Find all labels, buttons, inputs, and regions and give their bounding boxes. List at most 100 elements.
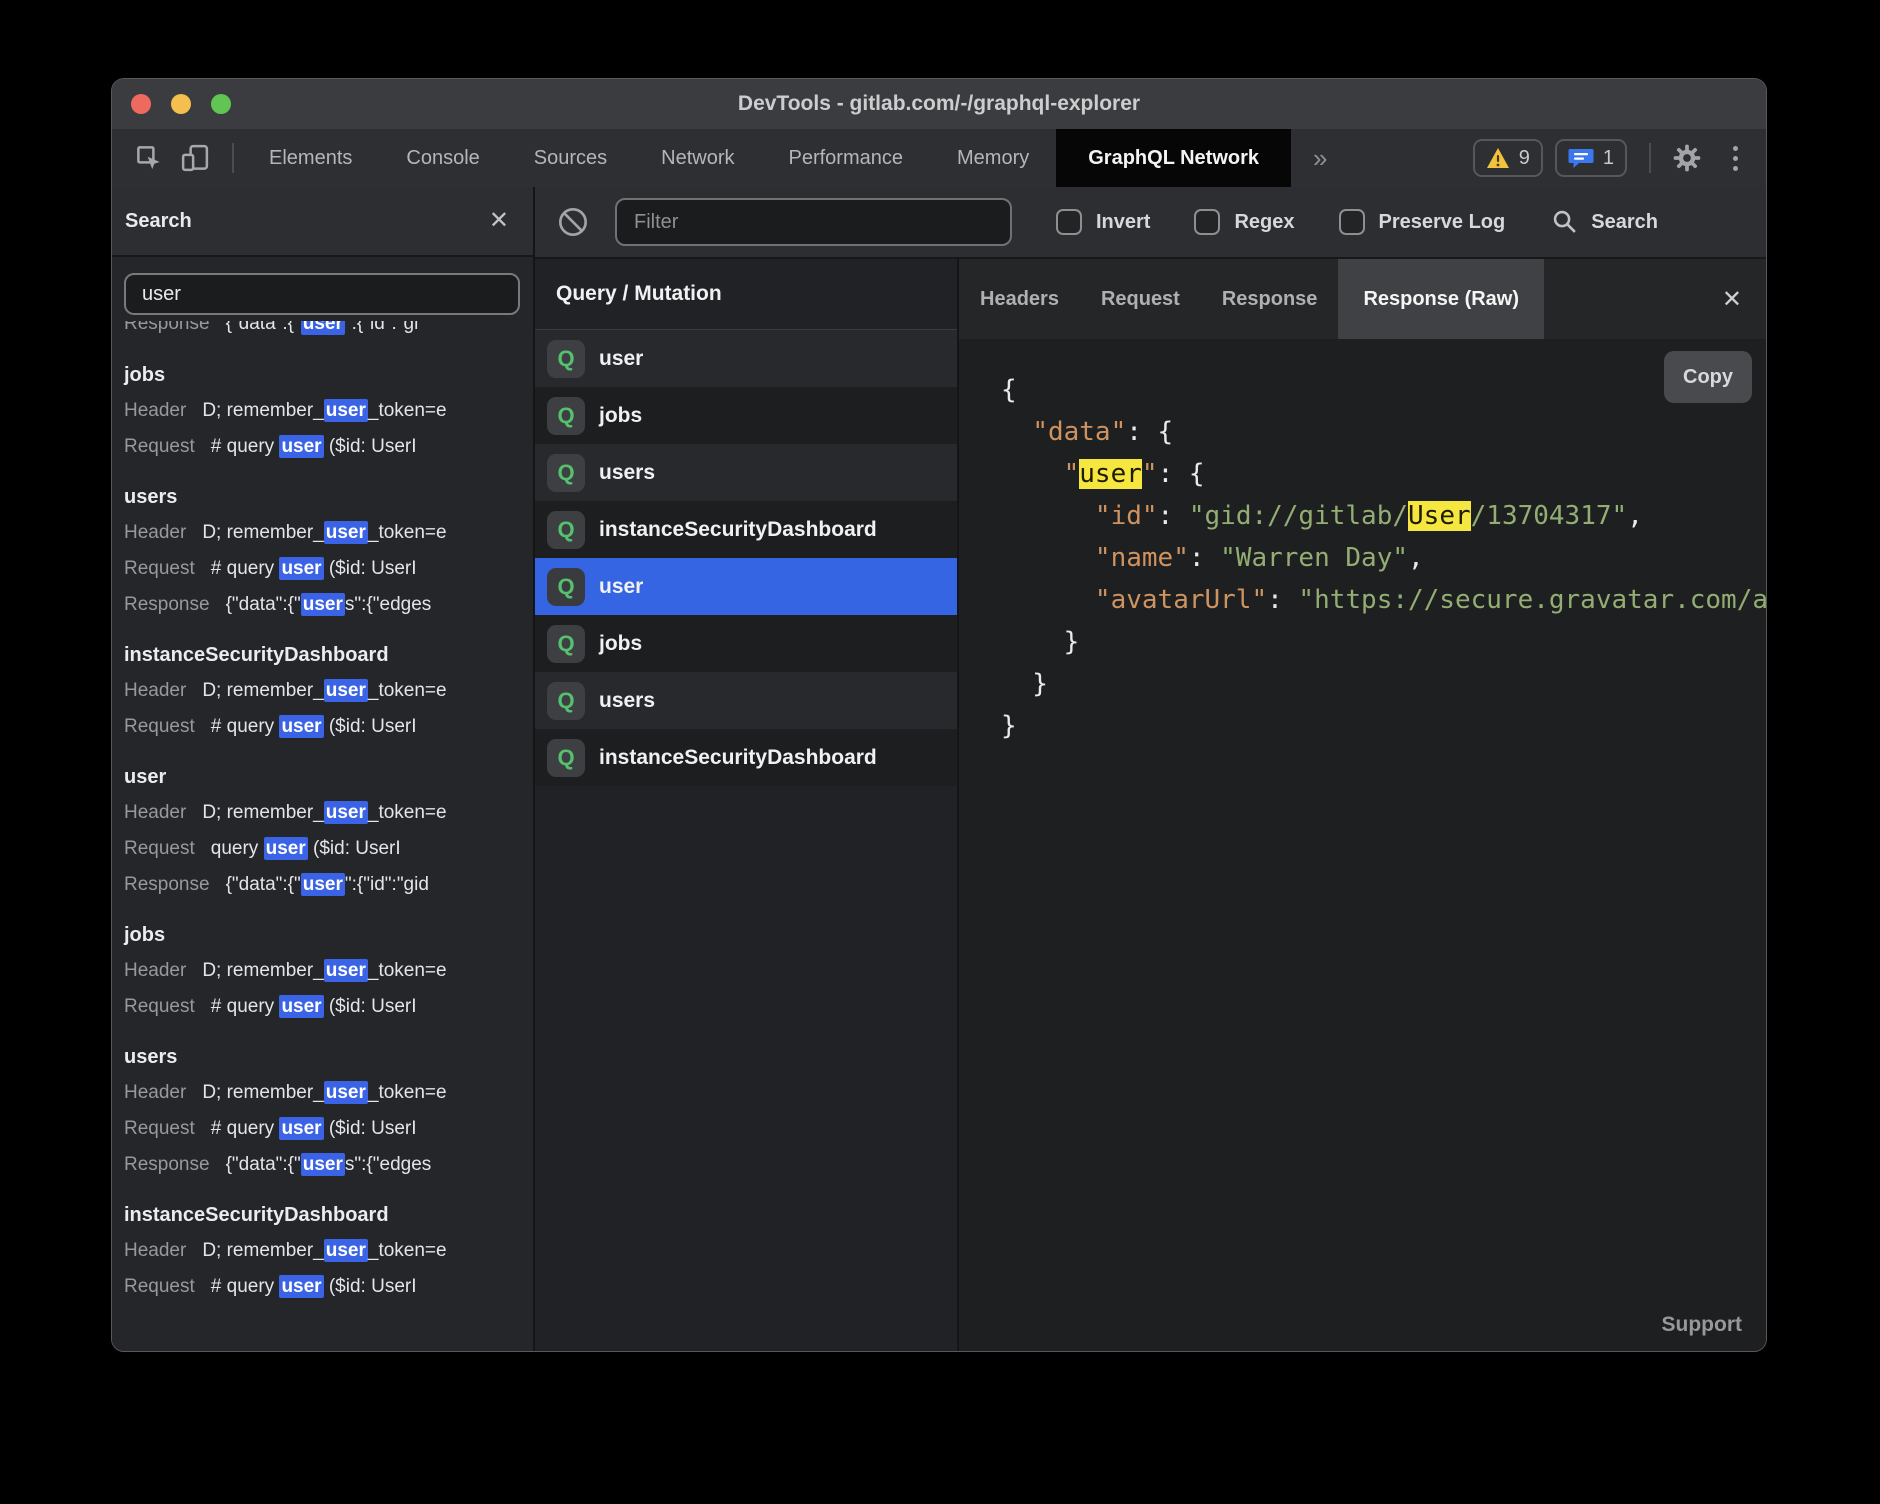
checkbox-label: Regex: [1234, 211, 1294, 234]
close-search-panel-icon[interactable]: ✕: [489, 209, 509, 233]
result-line-label: Request: [124, 1276, 195, 1297]
search-result-group: instanceSecurityDashboardHeaderD; rememb…: [124, 1197, 533, 1305]
detail-tab-headers[interactable]: Headers: [959, 259, 1080, 339]
result-line-label: Response: [124, 1154, 210, 1175]
device-toolbar-icon[interactable]: [180, 143, 210, 173]
result-group-title[interactable]: jobs: [124, 357, 533, 393]
json-token: "Warren Day": [1220, 543, 1408, 573]
search-result-line[interactable]: Request# query user ($id: UserI: [124, 429, 533, 465]
search-result-line[interactable]: Response{"data":{"user":{"id":"gi: [124, 321, 533, 342]
result-group-title[interactable]: user: [124, 759, 533, 795]
search-match-highlight: user: [324, 399, 368, 422]
result-line-label: Header: [124, 522, 186, 543]
query-type-badge: Q: [547, 739, 585, 777]
query-list-item[interactable]: QinstanceSecurityDashboard: [535, 729, 957, 786]
search-result-line[interactable]: Header D; remember_user_token=e: [124, 515, 533, 551]
json-token: }: [1001, 711, 1017, 741]
json-token: [1001, 459, 1064, 489]
checkbox[interactable]: [1056, 209, 1082, 235]
search-result-line[interactable]: Request# query user ($id: UserI: [124, 551, 533, 587]
search-result-line[interactable]: Requestquery user ($id: UserI: [124, 831, 533, 867]
json-token: "data": [1032, 417, 1126, 447]
search-result-line[interactable]: Response{"data":{"user":{"id":"gid: [124, 867, 533, 903]
checkbox[interactable]: [1194, 209, 1220, 235]
devtools-tab-elements[interactable]: Elements: [242, 129, 379, 187]
search-result-line[interactable]: HeaderD; remember_user_token=e: [124, 1233, 533, 1269]
warning-icon: [1486, 147, 1510, 169]
query-type-badge: Q: [547, 397, 585, 435]
result-line-label: Response: [124, 874, 210, 895]
settings-gear-icon[interactable]: [1671, 142, 1703, 174]
more-tabs-icon[interactable]: »: [1291, 129, 1349, 187]
query-type-badge: Q: [547, 511, 585, 549]
search-result-line[interactable]: Request# query user ($id: UserI: [124, 709, 533, 745]
checkbox-group-regex[interactable]: Regex: [1194, 209, 1294, 235]
search-result-line[interactable]: Request# query user ($id: UserI: [124, 989, 533, 1025]
search-result-line[interactable]: Request# query user ($id: UserI: [124, 1111, 533, 1147]
query-list-panel: Query / Mutation QuserQjobsQusersQinstan…: [535, 259, 957, 1351]
inspect-element-icon[interactable]: [134, 143, 164, 173]
query-list-item[interactable]: Quser: [535, 558, 957, 615]
result-group-title[interactable]: jobs: [124, 917, 533, 953]
result-line-value: D; remember_user_token=e: [202, 679, 446, 702]
detail-tab-request[interactable]: Request: [1080, 259, 1201, 339]
devtools-tab-sources[interactable]: Sources: [507, 129, 634, 187]
result-group-title[interactable]: users: [124, 479, 533, 515]
search-input[interactable]: [124, 273, 520, 315]
checkbox-group-preserve-log[interactable]: Preserve Log: [1339, 209, 1506, 235]
result-line-value: # query user ($id: UserI: [211, 435, 417, 458]
checkbox-label: Preserve Log: [1379, 211, 1506, 234]
checkbox[interactable]: [1339, 209, 1365, 235]
search-match-highlight: user: [324, 1081, 368, 1104]
json-token: /13704317": [1471, 501, 1628, 531]
devtools-tab-memory[interactable]: Memory: [930, 129, 1056, 187]
query-list-item[interactable]: Qusers: [535, 672, 957, 729]
support-link[interactable]: Support: [1662, 1313, 1742, 1337]
query-list-item[interactable]: QinstanceSecurityDashboard: [535, 501, 957, 558]
warnings-badge[interactable]: 9: [1473, 139, 1543, 177]
devtools-tab-graphql-network[interactable]: GraphQL Network: [1056, 129, 1291, 187]
devtools-tab-performance[interactable]: Performance: [762, 129, 931, 187]
search-match-highlight: user: [279, 995, 323, 1018]
clipped-result-line[interactable]: Response{"data":{"user":{"id":"gi: [124, 321, 533, 343]
json-token: ": [1142, 459, 1158, 489]
result-group-title[interactable]: users: [124, 1039, 533, 1075]
detail-tab-response-raw-[interactable]: Response (Raw): [1338, 259, 1544, 339]
filter-input[interactable]: [615, 198, 1012, 246]
result-line-label: Request: [124, 996, 195, 1017]
search-match-highlight: user: [264, 837, 308, 860]
query-list: QuserQjobsQusersQinstanceSecurityDashboa…: [535, 330, 957, 1351]
issues-badge[interactable]: 1: [1555, 139, 1627, 177]
result-group-title[interactable]: instanceSecurityDashboard: [124, 637, 533, 673]
issues-count: 1: [1603, 147, 1614, 170]
copy-button[interactable]: Copy: [1664, 351, 1752, 403]
query-list-item[interactable]: Qjobs: [535, 387, 957, 444]
search-results: Response{"data":{"user":{"id":"gi jobs He…: [112, 257, 533, 1351]
search-result-line[interactable]: Request# query user ($id: UserI: [124, 1269, 533, 1305]
warnings-count: 9: [1519, 147, 1530, 170]
search-result-line[interactable]: HeaderD; remember_user_token=e: [124, 1075, 533, 1111]
json-token: "name": [1095, 543, 1189, 573]
result-group-title[interactable]: instanceSecurityDashboard: [124, 1197, 533, 1233]
search-result-line[interactable]: HeaderD; remember_user_token=e: [124, 673, 533, 709]
toolbar-search[interactable]: Search: [1551, 208, 1658, 236]
result-line-value: D; remember_user_token=e: [202, 521, 446, 544]
query-list-item[interactable]: Qjobs: [535, 615, 957, 672]
search-result-line[interactable]: Response{"data":{"users":{"edges: [124, 587, 533, 623]
search-result-line[interactable]: HeaderD; remember_user_token=e: [124, 953, 533, 989]
result-line-label: Response: [124, 594, 210, 615]
query-list-item[interactable]: Qusers: [535, 444, 957, 501]
devtools-tab-network[interactable]: Network: [634, 129, 761, 187]
clear-log-icon[interactable]: [557, 206, 589, 238]
result-line-label: Header: [124, 1240, 186, 1261]
kebab-menu-icon[interactable]: [1727, 146, 1744, 171]
query-list-item[interactable]: Quser: [535, 330, 957, 387]
detail-tab-response[interactable]: Response: [1201, 259, 1339, 339]
search-result-line[interactable]: HeaderD; remember_user_token=e: [124, 393, 533, 429]
search-result-line[interactable]: HeaderD; remember_user_token=e: [124, 795, 533, 831]
close-detail-icon[interactable]: ✕: [1722, 285, 1742, 314]
search-result-line[interactable]: Response{"data":{"users":{"edges: [124, 1147, 533, 1183]
search-result-group: usersHeaderD; remember_user_token=eReque…: [124, 1039, 533, 1183]
devtools-tab-console[interactable]: Console: [379, 129, 506, 187]
checkbox-group-invert[interactable]: Invert: [1056, 209, 1150, 235]
